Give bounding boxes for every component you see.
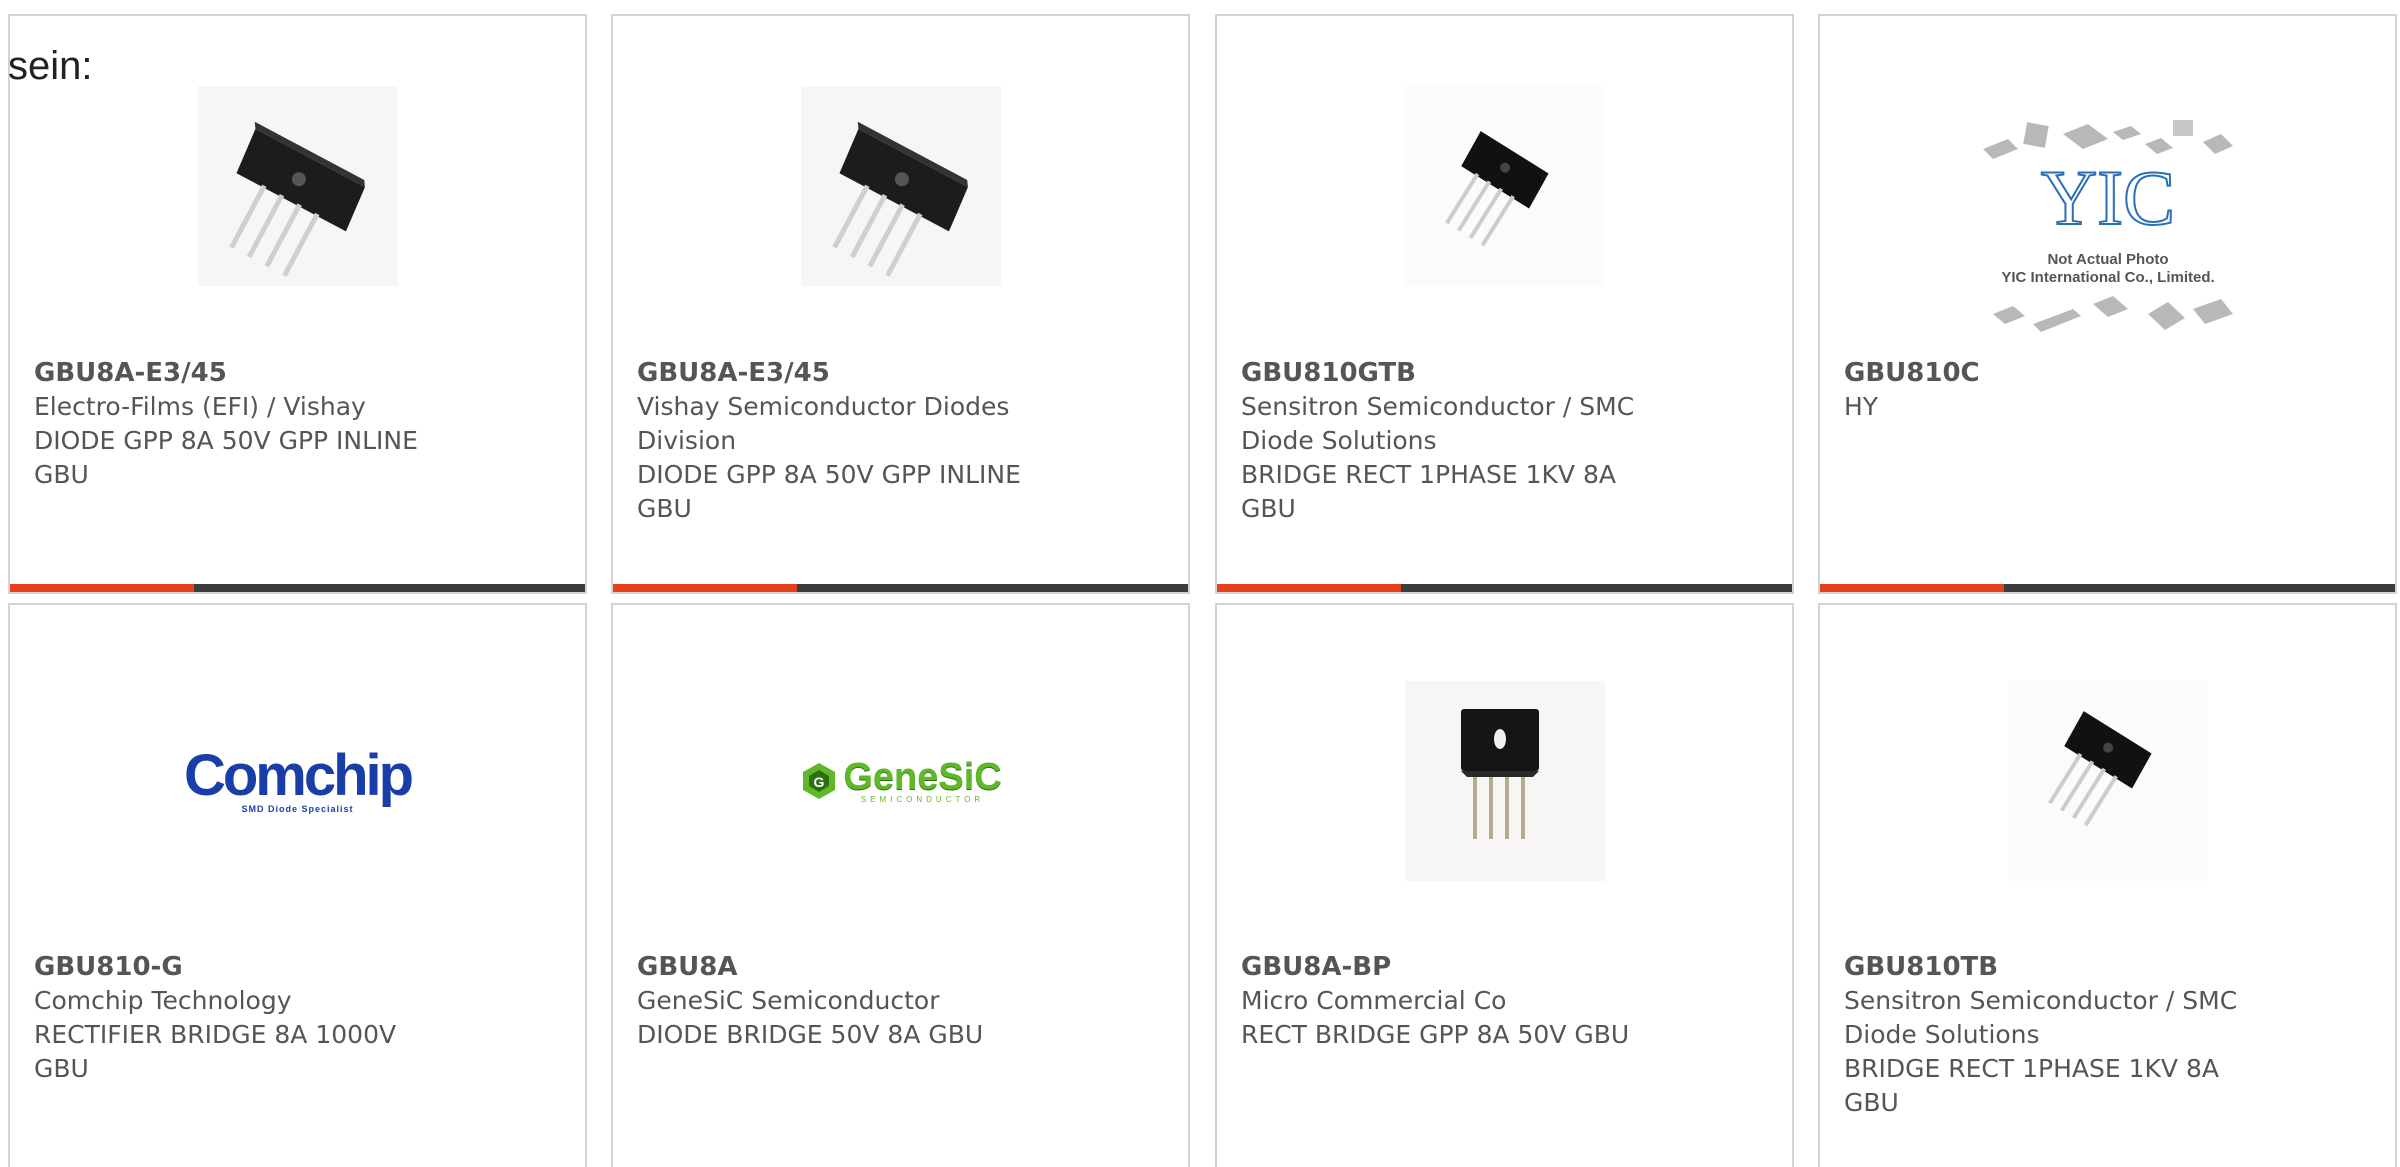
card-accent-bar (1820, 584, 2395, 592)
description: BRIDGE RECT 1PHASE 1KV 8A (1241, 460, 1616, 489)
product-image-placeholder: YIC Not Actual Photo YIC International C… (1963, 106, 2253, 356)
intro-text: sein: (8, 44, 93, 88)
image-note-line2: YIC International Co., Limited. (2001, 269, 2214, 286)
description: RECT BRIDGE GPP 8A 50V GBU (1241, 1020, 1630, 1049)
part-number[interactable]: GBU8A-E3/45 (637, 356, 1077, 390)
manufacturer: Vishay Semiconductor Diodes Division (637, 392, 1010, 455)
manufacturer: Sensitron Semiconductor / SMC Diode Solu… (1241, 392, 1635, 455)
product-info: GBU8A-E3/45 Vishay Semiconductor Diodes … (637, 356, 1077, 526)
product-image-logo: G GeneSiC SEMICONDUCTOR (799, 681, 1002, 881)
part-number[interactable]: GBU8A (637, 950, 1077, 984)
product-card[interactable]: YIC Not Actual Photo YIC International C… (1818, 14, 2397, 594)
package: GBU (34, 1054, 89, 1083)
part-number[interactable]: GBU810C (1844, 356, 2284, 390)
product-image-gbu-bridge (197, 86, 398, 286)
product-card[interactable]: Comchip SMD Diode Specialist GBU810-G Co… (8, 603, 587, 1167)
product-card[interactable]: GBU810TB Sensitron Semiconductor / SMC D… (1818, 603, 2397, 1167)
logo-text: GeneSiC (843, 755, 1002, 798)
description: DIODE GPP 8A 50V GPP INLINE (637, 460, 1021, 489)
description: DIODE GPP 8A 50V GPP INLINE (34, 426, 418, 455)
product-card[interactable]: G GeneSiC SEMICONDUCTOR GBU8A GeneSiC Se… (611, 603, 1190, 1167)
package: GBU (637, 494, 692, 523)
part-number[interactable]: GBU8A-BP (1241, 950, 1681, 984)
product-image-gbu-bridge (2007, 681, 2208, 881)
part-number[interactable]: GBU8A-E3/45 (34, 356, 474, 390)
product-image-gbu-bridge (800, 86, 1001, 286)
product-image-logo: Comchip SMD Diode Specialist (184, 681, 414, 881)
product-info: GBU810-G Comchip Technology RECTIFIER BR… (34, 950, 474, 1086)
product-card[interactable]: GBU8A-BP Micro Commercial Co RECT BRIDGE… (1215, 603, 1794, 1167)
yic-placeholder-image: YIC Not Actual Photo YIC International C… (1963, 104, 2253, 359)
product-info: GBU8A GeneSiC Semiconductor DIODE BRIDGE… (637, 950, 1077, 1052)
card-accent-bar (10, 584, 585, 592)
manufacturer: HY (1844, 392, 1879, 421)
description: DIODE BRIDGE 50V 8A GBU (637, 1020, 984, 1049)
image-note-line1: Not Actual Photo (2047, 251, 2168, 268)
part-number[interactable]: GBU810-G (34, 950, 474, 984)
logo-tagline: SEMICONDUCTOR (860, 794, 985, 804)
product-image-gbu-bridge (1404, 681, 1605, 881)
svg-text:YIC: YIC (2040, 154, 2174, 241)
product-image-gbu-bridge (1404, 86, 1605, 286)
product-card[interactable]: GBU810GTB Sensitron Semiconductor / SMC … (1215, 14, 1794, 594)
manufacturer: Electro-Films (EFI) / Vishay (34, 392, 366, 421)
comchip-logo: Comchip SMD Diode Specialist (183, 743, 414, 815)
package: GBU (1844, 1088, 1899, 1117)
manufacturer: Comchip Technology (34, 986, 292, 1015)
part-number[interactable]: GBU810TB (1844, 950, 2284, 984)
genesic-hex-icon: G (803, 763, 836, 799)
card-accent-bar (613, 584, 1188, 592)
package: GBU (34, 460, 89, 489)
manufacturer: Micro Commercial Co (1241, 986, 1507, 1015)
product-info: GBU810TB Sensitron Semiconductor / SMC D… (1844, 950, 2284, 1120)
product-info: GBU810GTB Sensitron Semiconductor / SMC … (1241, 356, 1681, 526)
product-info: GBU8A-E3/45 Electro-Films (EFI) / Vishay… (34, 356, 474, 492)
svg-text:G: G (814, 774, 825, 790)
product-card[interactable]: GBU8A-E3/45 Vishay Semiconductor Diodes … (611, 14, 1190, 594)
description: RECTIFIER BRIDGE 8A 1000V (34, 1020, 397, 1049)
product-info: GBU810C HY (1844, 356, 2284, 424)
product-grid-page: sein: GBU8A-E3/45 Electro-Films (EFI) / … (0, 0, 2400, 1167)
package: GBU (1241, 494, 1296, 523)
manufacturer: GeneSiC Semiconductor (637, 986, 940, 1015)
part-number[interactable]: GBU810GTB (1241, 356, 1681, 390)
description: BRIDGE RECT 1PHASE 1KV 8A (1844, 1054, 2219, 1083)
logo-text: Comchip (183, 743, 414, 808)
genesic-logo: G GeneSiC SEMICONDUCTOR (799, 755, 1002, 804)
card-accent-bar (1217, 584, 1792, 592)
manufacturer: Sensitron Semiconductor / SMC Diode Solu… (1844, 986, 2238, 1049)
product-info: GBU8A-BP Micro Commercial Co RECT BRIDGE… (1241, 950, 1681, 1052)
product-card[interactable]: GBU8A-E3/45 Electro-Films (EFI) / Vishay… (8, 14, 587, 594)
